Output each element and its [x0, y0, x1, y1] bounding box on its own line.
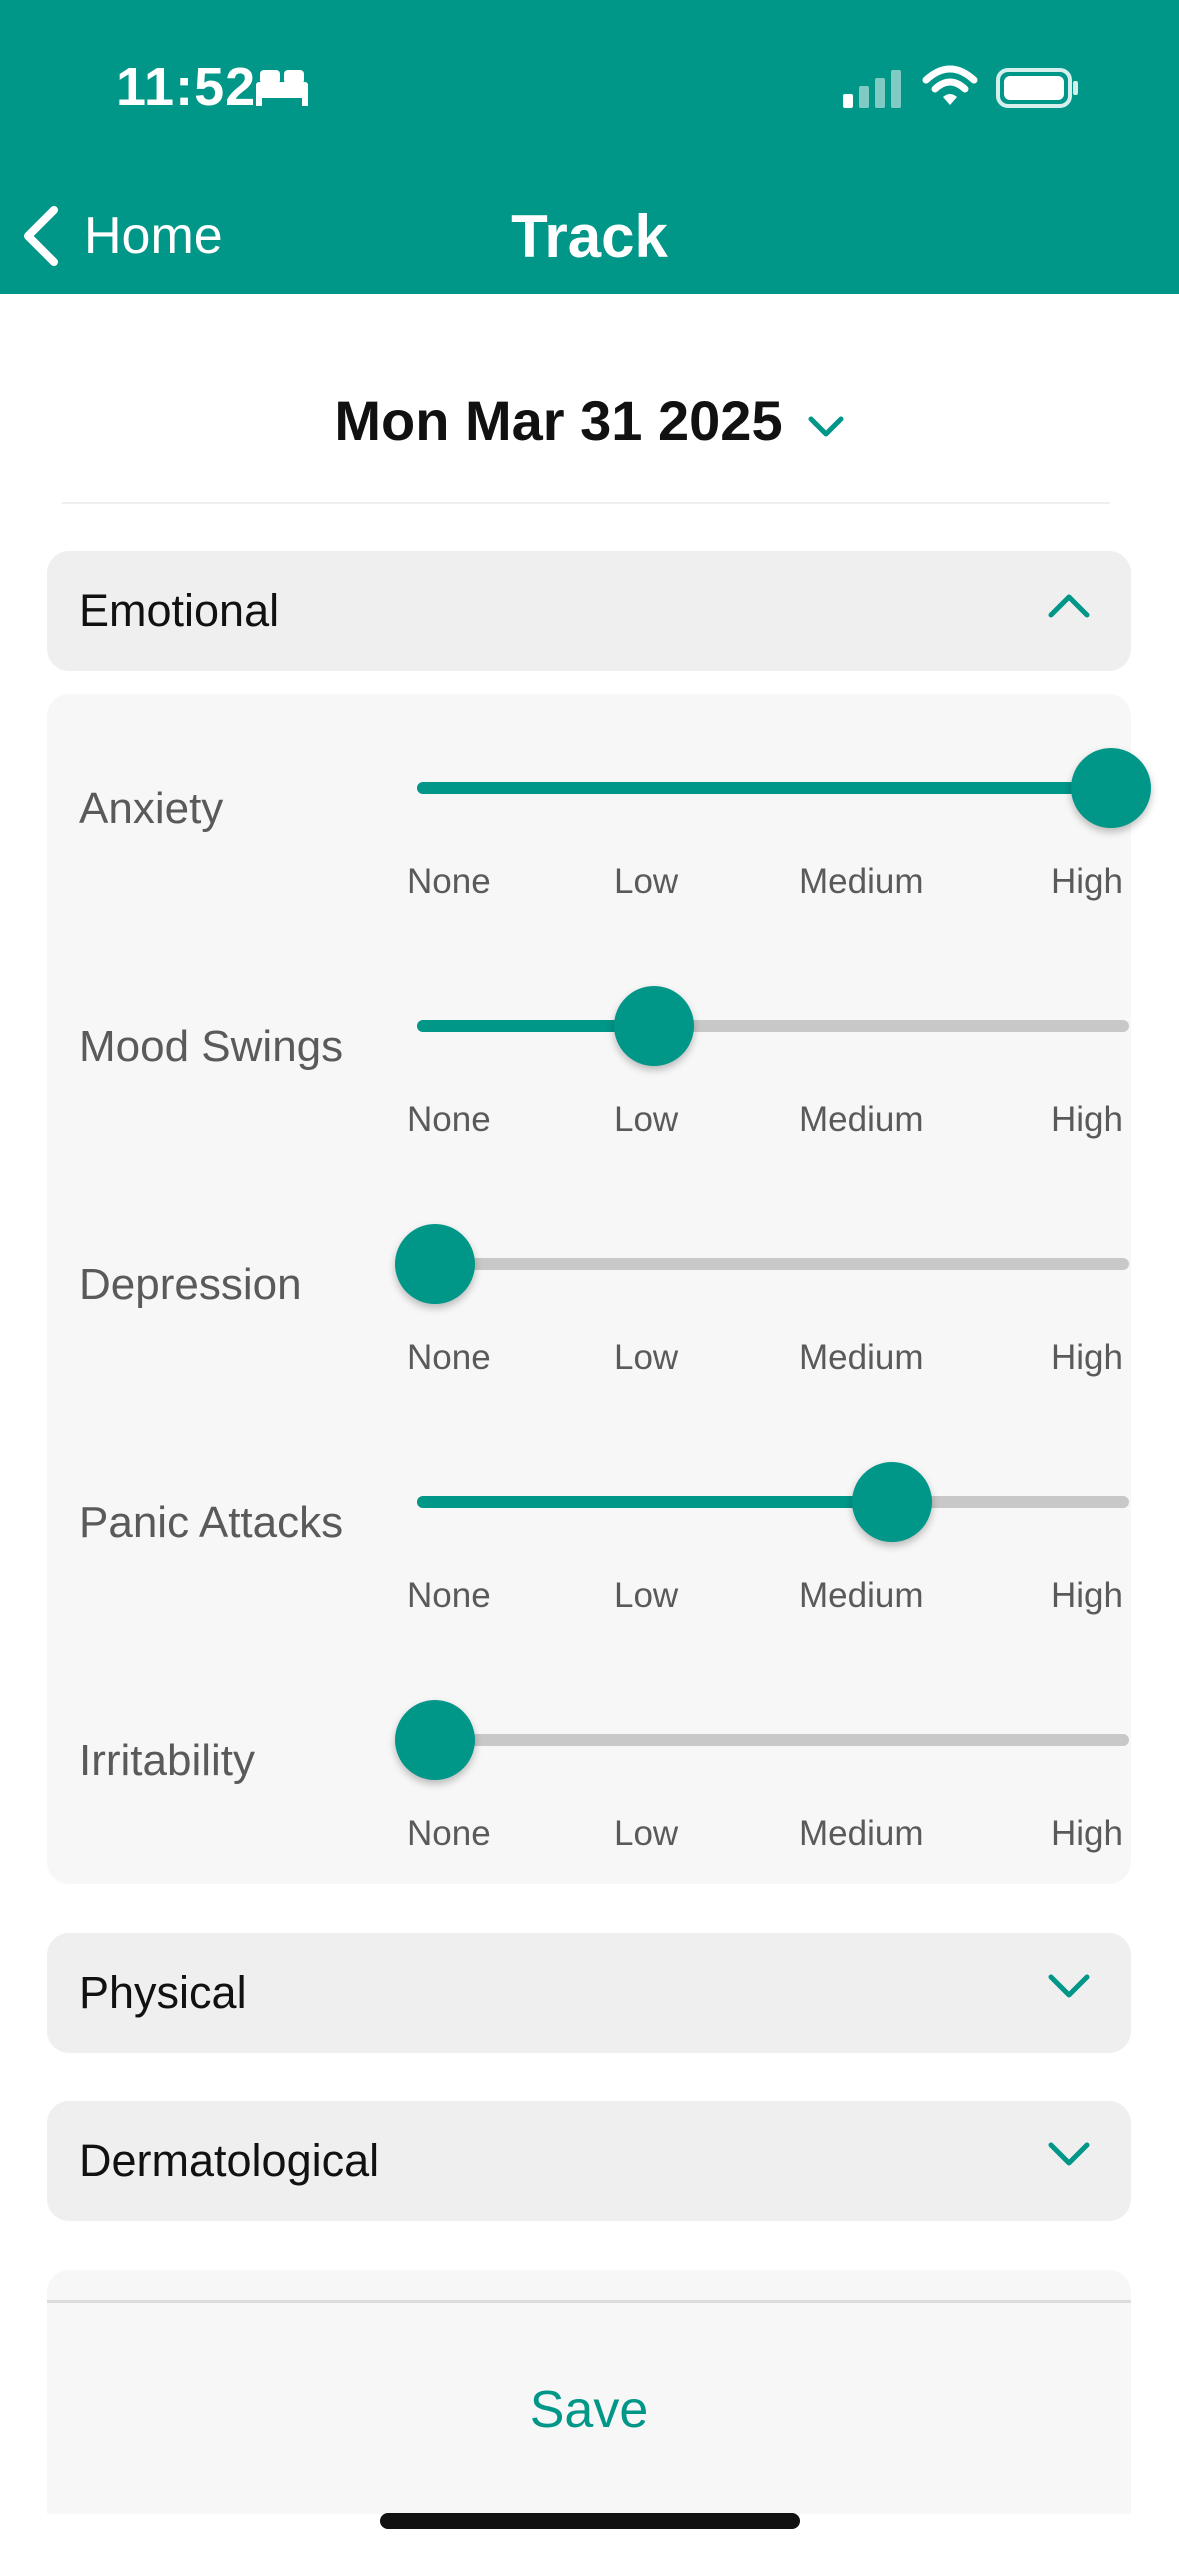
battery-icon	[996, 68, 1078, 108]
mood-swings-slider[interactable]	[417, 986, 1129, 1066]
status-time: 11:52	[116, 57, 257, 117]
slider-label: Mood Swings	[79, 1022, 344, 1071]
tick-label-medium: Medium	[799, 1814, 924, 1853]
slider-fill	[417, 1496, 892, 1508]
slider-row-mood-swings: Mood Swings None Low Medium High	[47, 932, 1131, 1170]
page-title: Track	[511, 203, 668, 270]
slider-label: Irritability	[79, 1736, 256, 1785]
chevron-down-icon	[1048, 2142, 1090, 2166]
slider-row-anxiety: Anxiety None Low Medium High	[47, 694, 1151, 932]
tick-label-medium: Medium	[799, 1100, 924, 1139]
wifi-icon	[922, 65, 978, 105]
tick-label-low: Low	[614, 1576, 679, 1615]
slider-row-panic-attacks: Panic Attacks None Low Medium High	[47, 1408, 1131, 1646]
tick-label-high: High	[1051, 1100, 1123, 1139]
slider-thumb[interactable]	[614, 986, 695, 1066]
section-header-physical[interactable]: Physical	[47, 1933, 1131, 2053]
irritability-slider[interactable]	[395, 1700, 1129, 1780]
save-bar: Save	[47, 2270, 1131, 2514]
tick-label-high: High	[1051, 1814, 1123, 1853]
tick-label-none: None	[407, 1100, 491, 1139]
slider-label: Depression	[79, 1260, 302, 1309]
chevron-down-icon	[1048, 1974, 1090, 1998]
section-header-dermatological[interactable]: Dermatological	[47, 2101, 1131, 2221]
anxiety-slider[interactable]	[417, 748, 1151, 828]
section-title: Physical	[79, 1967, 247, 2018]
section-title: Emotional	[79, 585, 280, 636]
slider-thumb[interactable]	[395, 1700, 475, 1780]
tick-label-high: High	[1051, 1576, 1123, 1615]
tick-label-medium: Medium	[799, 1576, 924, 1615]
home-indicator	[380, 2513, 800, 2529]
section-header-emotional[interactable]: Emotional	[47, 551, 1131, 671]
tick-label-none: None	[407, 862, 491, 901]
app-header: 11:52 Home Track	[0, 0, 1179, 294]
date-picker[interactable]: Mon Mar 31 2025	[0, 380, 1179, 460]
tick-label-low: Low	[614, 1814, 679, 1853]
panic-attacks-slider[interactable]	[417, 1462, 1129, 1542]
tick-label-medium: Medium	[799, 862, 924, 901]
tick-label-none: None	[407, 1814, 491, 1853]
tick-label-low: Low	[614, 1338, 679, 1377]
slider-fill	[417, 782, 1129, 794]
tick-label-high: High	[1051, 862, 1123, 901]
chevron-up-icon	[1048, 594, 1090, 618]
cellular-signal-icon	[843, 70, 901, 108]
divider	[47, 2300, 1131, 2303]
slider-row-irritability: Irritability None Low Medium High	[47, 1646, 1131, 1884]
chevron-down-icon	[808, 416, 844, 437]
tick-label-none: None	[407, 1338, 491, 1377]
save-button[interactable]: Save	[47, 2330, 1131, 2490]
date-value: Mon Mar 31 2025	[334, 388, 783, 452]
section-title: Dermatological	[79, 2135, 380, 2186]
depression-slider[interactable]	[395, 1224, 1129, 1304]
slider-thumb[interactable]	[851, 1462, 932, 1542]
tick-label-low: Low	[614, 862, 679, 901]
divider	[62, 502, 1110, 504]
slider-thumb[interactable]	[1071, 748, 1151, 828]
tick-label-none: None	[407, 1576, 491, 1615]
tick-label-medium: Medium	[799, 1338, 924, 1377]
slider-label: Anxiety	[79, 784, 224, 833]
slider-row-depression: Depression None Low Medium High	[47, 1170, 1131, 1408]
tick-label-low: Low	[614, 1100, 679, 1139]
tick-label-high: High	[1051, 1338, 1123, 1377]
emotional-panel: Anxiety None Low Medium High Mood Swings…	[47, 694, 1151, 1884]
bed-icon	[256, 70, 308, 106]
slider-label: Panic Attacks	[79, 1498, 344, 1547]
slider-thumb[interactable]	[395, 1224, 475, 1304]
